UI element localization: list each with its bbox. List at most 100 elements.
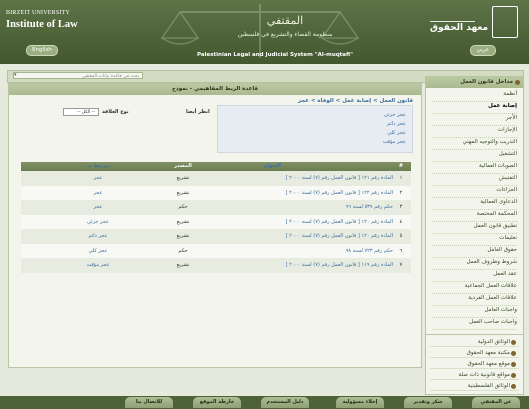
row-source: تشريع — [176, 189, 190, 196]
link-institute-site[interactable]: موقع معهد الحقوق — [430, 359, 519, 369]
row-num: ١ — [399, 175, 403, 181]
tab-about[interactable]: عن المقتفي — [472, 397, 520, 408]
link-label: الوثائق الفلسطينية — [467, 383, 510, 389]
results-table: # العنوان المصدر مرتبط ب ١ المادة رقم ١٢… — [21, 162, 411, 273]
calligraphy-logo — [430, 8, 475, 22]
tab-user-guide[interactable]: دليل المستخدم — [261, 397, 309, 408]
col-source: المصدر — [174, 163, 192, 169]
link-label: مواقع قانونية ذات صلة — [458, 372, 510, 378]
mq-title-en: Palestinian Legal and Judicial System "A… — [197, 52, 353, 58]
sidebar-item[interactable]: الأجر — [506, 115, 517, 121]
sidebar-divider — [432, 137, 517, 138]
col-related: مرتبط ب — [86, 163, 110, 169]
tab-thanks[interactable]: شكر وتقدير — [404, 397, 452, 408]
mq-title-ar: المقتفي — [266, 14, 304, 27]
row-title-link[interactable]: حكم رقم ٧٢٣ لسنة ٩٨ — [346, 244, 393, 259]
sidebar-item[interactable]: الدعاوى العمالية — [480, 199, 517, 205]
related-term-link[interactable]: عجز دائم — [387, 121, 406, 127]
sidebar-item[interactable]: تعليمات — [499, 235, 517, 241]
related-term-link[interactable]: عجز كلي — [387, 130, 406, 136]
table-row: ٦ حكم رقم ٧٢٣ لسنة ٩٨ حكم عجز كلي — [21, 243, 411, 259]
sidebar-item[interactable]: التفتيش — [499, 175, 517, 181]
arabic-button[interactable]: عربي — [470, 45, 496, 56]
link-label: الوثائق الدولية — [477, 339, 510, 345]
row-source: تشريع — [176, 262, 190, 268]
sidebar-divider — [432, 161, 517, 162]
table-header: # العنوان المصدر مرتبط ب — [21, 162, 411, 171]
sidebar-item[interactable]: الإجازات — [498, 127, 517, 133]
main-panel: قاعدة الربط المفاهيمي - نموذج قانون العم… — [8, 83, 422, 368]
link-related-sites[interactable]: مواقع قانونية ذات صلة — [430, 370, 519, 380]
row-related-link[interactable]: عجز كلي — [73, 244, 123, 259]
row-num: ٦ — [399, 247, 403, 254]
row-num: ٥ — [399, 233, 403, 239]
sidebar-item[interactable]: علاقات العمل الفردية — [468, 295, 517, 301]
link-palestinian-docs[interactable]: الوثائق الفلسطينية — [430, 381, 519, 391]
sidebar-item[interactable]: التشغيل — [499, 151, 517, 157]
sidebar-item[interactable]: تطبيق قانون العمل — [474, 223, 517, 229]
sidebar-item[interactable]: شروط وظروف العمل — [466, 259, 517, 265]
sidebar-item[interactable]: واجبات صاحب العمل — [469, 319, 517, 325]
table-row: ٧ المادة رقم ١١٩ [ قانون العمل رقم (٧) ل… — [21, 258, 411, 273]
sidebar-item[interactable]: الجزاءات — [496, 187, 517, 193]
sidebar-divider — [432, 209, 517, 210]
related-term-link[interactable]: عجز جزئي — [384, 112, 406, 118]
sidebar-divider — [432, 329, 517, 330]
sidebar-item[interactable]: الصوبات العمالية — [479, 163, 517, 169]
row-title-link[interactable]: المادة رقم ١١٩ [ قانون العمل رقم (٧) لسن… — [286, 258, 393, 273]
sidebar-item[interactable]: علاقات العمل الجماعية — [465, 283, 517, 289]
sidebar-item[interactable]: المحكمة المختصة — [477, 211, 517, 217]
tab-contact[interactable]: للاتصال بنا — [125, 397, 173, 408]
bullet-icon — [511, 351, 516, 356]
link-library[interactable]: مكتبة معهد الحقوق — [430, 348, 519, 358]
sidebar-item[interactable]: إصابة عمل — [488, 103, 517, 109]
sidebar-divider — [432, 197, 517, 198]
english-button[interactable]: English — [26, 45, 58, 56]
related-term-link[interactable]: عجز مؤقت — [383, 139, 406, 145]
see-also-label: انظر أيضا — [186, 109, 210, 115]
relation-type-select[interactable]: -- الكل -- — [63, 108, 99, 116]
row-source: تشريع — [176, 218, 190, 225]
sidebar-item[interactable]: عقد العمل — [493, 271, 517, 277]
row-title-link[interactable]: المادة رقم ١٢٠ [ قانون العمل رقم (٧) لسن… — [286, 215, 393, 230]
tab-sitemap[interactable]: خارطة الموقع — [193, 397, 241, 408]
sidebar-item[interactable]: أنظمة — [503, 91, 517, 97]
bullet-icon — [511, 362, 516, 367]
search-input[interactable]: بحث في قاعدة بيانات المقتفي — [13, 72, 143, 79]
row-title-link[interactable]: المادة رقم ١٢٠ [ قانون العمل رقم (٧) لسن… — [286, 229, 393, 244]
sidebar-item[interactable]: التدريب والتوجيه المهني — [463, 139, 517, 145]
sidebar-divider — [432, 269, 517, 270]
sidebar-divider — [432, 185, 517, 186]
col-title: العنوان — [263, 163, 281, 169]
row-related-link[interactable]: عجز — [73, 200, 123, 215]
row-related-link[interactable]: عجز جزئي — [73, 215, 123, 230]
row-title-link[interactable]: المادة رقم ١٢٢ [ قانون العمل رقم (٧) لسن… — [286, 186, 393, 201]
link-international-docs[interactable]: الوثائق الدولية — [430, 337, 519, 347]
bullet-icon — [515, 80, 520, 85]
bullet-icon — [511, 340, 516, 345]
institute-name-ar: معهد الحقوق — [430, 23, 489, 33]
sidebar-item[interactable]: واجبات العامل — [485, 307, 518, 313]
sidebar-header[interactable]: مداخل قانون العمل — [426, 77, 523, 88]
chevron-down-icon[interactable]: ▾ — [14, 72, 21, 79]
scales-of-justice-icon — [160, 4, 360, 58]
table-row: ٢ المادة رقم ١٢٢ [ قانون العمل رقم (٧) ل… — [21, 185, 411, 201]
sidebar-divider — [432, 317, 517, 318]
row-related-link[interactable]: عجز دائم — [73, 229, 123, 244]
row-related-link[interactable]: عجز — [73, 171, 123, 186]
table-row: ٣ حكم رقم ٥٣٩ لسنة ٩٦ حكم عجز — [21, 200, 411, 215]
sidebar-item[interactable]: حقوق العامل — [487, 247, 517, 253]
bullet-icon — [511, 384, 516, 389]
row-title-link[interactable]: حكم رقم ٥٣٩ لسنة ٩٦ — [346, 200, 393, 215]
institute-name-en: Institute of Law — [6, 19, 78, 30]
breadcrumb[interactable]: قانون العمل > إصابة عمل > الوفاة > عجز — [298, 98, 413, 104]
row-title-link[interactable]: المادة رقم ١٢١ [ قانون العمل رقم (٧) لسن… — [286, 171, 393, 186]
row-related-link[interactable]: عجز — [73, 186, 123, 201]
sidebar-divider — [432, 149, 517, 150]
col-num: # — [398, 163, 404, 169]
row-related-link[interactable]: عجز مؤقت — [73, 258, 123, 273]
sidebar-divider — [432, 113, 517, 114]
table-body: ١ المادة رقم ١٢١ [ قانون العمل رقم (٧) ل… — [21, 171, 411, 273]
tab-disclaimer[interactable]: إخلاء مسؤولية — [336, 397, 384, 408]
sidebar-divider — [432, 125, 517, 126]
